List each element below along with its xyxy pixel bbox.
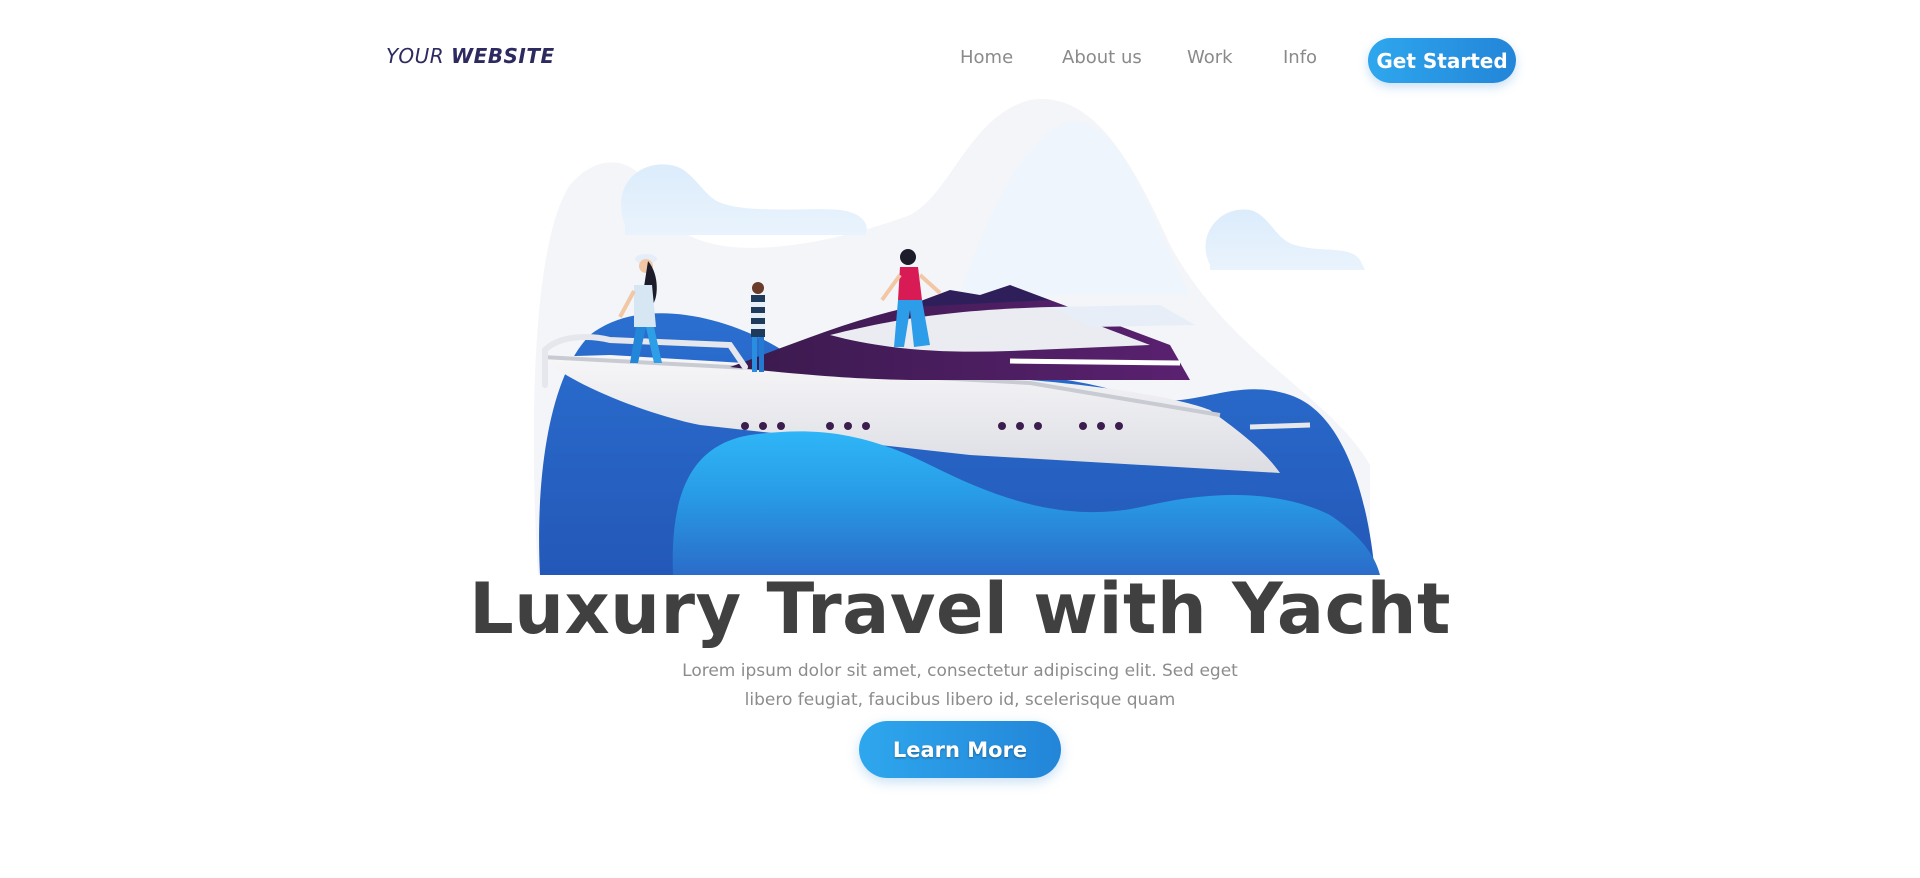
logo-light-text: YOUR	[386, 44, 445, 68]
hero-description: Lorem ipsum dolor sit amet, consectetur …	[682, 661, 1238, 710]
get-started-button[interactable]: Get Started	[1368, 38, 1516, 83]
site-logo[interactable]: YOUR WEBSITE	[386, 44, 555, 68]
yacht-illustration	[533, 98, 1380, 575]
hero-title: Luxury Travel with Yacht	[469, 568, 1451, 650]
nav-link-home[interactable]: Home	[960, 47, 1013, 68]
logo-bold-text: WEBSITE	[451, 44, 555, 68]
learn-more-button[interactable]: Learn More	[859, 721, 1061, 778]
nav-link-about-us[interactable]: About us	[1062, 47, 1142, 68]
nav-link-info[interactable]: Info	[1283, 47, 1317, 68]
nav-link-work[interactable]: Work	[1187, 47, 1233, 68]
